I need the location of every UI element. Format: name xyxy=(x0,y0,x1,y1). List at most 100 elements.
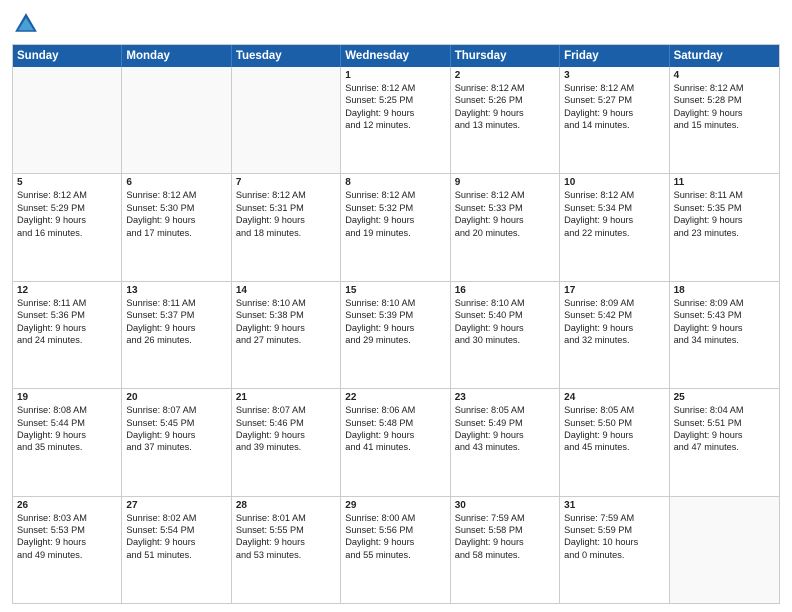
cell-line: Sunrise: 8:12 AM xyxy=(674,82,775,94)
day-cell-1: 1Sunrise: 8:12 AMSunset: 5:25 PMDaylight… xyxy=(341,67,450,173)
day-cell-9: 9Sunrise: 8:12 AMSunset: 5:33 PMDaylight… xyxy=(451,174,560,280)
cell-line: Daylight: 9 hours xyxy=(564,107,664,119)
cell-line: Sunset: 5:32 PM xyxy=(345,202,445,214)
day-cell-17: 17Sunrise: 8:09 AMSunset: 5:42 PMDayligh… xyxy=(560,282,669,388)
cell-line: and 32 minutes. xyxy=(564,334,664,346)
cell-line: and 41 minutes. xyxy=(345,441,445,453)
cell-line: Sunrise: 7:59 AM xyxy=(455,512,555,524)
day-cell-8: 8Sunrise: 8:12 AMSunset: 5:32 PMDaylight… xyxy=(341,174,450,280)
cell-line: Daylight: 9 hours xyxy=(345,214,445,226)
day-number: 12 xyxy=(17,285,117,296)
cell-line: and 39 minutes. xyxy=(236,441,336,453)
day-cell-7: 7Sunrise: 8:12 AMSunset: 5:31 PMDaylight… xyxy=(232,174,341,280)
cell-line: Sunset: 5:50 PM xyxy=(564,417,664,429)
day-number: 9 xyxy=(455,177,555,188)
day-number: 31 xyxy=(564,500,664,511)
cell-line: Sunrise: 8:12 AM xyxy=(345,189,445,201)
cell-line: Daylight: 9 hours xyxy=(674,107,775,119)
day-cell-20: 20Sunrise: 8:07 AMSunset: 5:45 PMDayligh… xyxy=(122,389,231,495)
day-number: 26 xyxy=(17,500,117,511)
cell-line: and 15 minutes. xyxy=(674,119,775,131)
cell-line: Sunrise: 8:00 AM xyxy=(345,512,445,524)
cell-line: Sunset: 5:46 PM xyxy=(236,417,336,429)
day-number: 10 xyxy=(564,177,664,188)
day-cell-10: 10Sunrise: 8:12 AMSunset: 5:34 PMDayligh… xyxy=(560,174,669,280)
day-cell-14: 14Sunrise: 8:10 AMSunset: 5:38 PMDayligh… xyxy=(232,282,341,388)
day-cell-30: 30Sunrise: 7:59 AMSunset: 5:58 PMDayligh… xyxy=(451,497,560,603)
cell-line: Daylight: 9 hours xyxy=(455,536,555,548)
day-number: 2 xyxy=(455,70,555,81)
cell-line: Sunrise: 8:12 AM xyxy=(455,82,555,94)
cell-line: Sunrise: 8:12 AM xyxy=(126,189,226,201)
cell-line: Sunrise: 8:10 AM xyxy=(455,297,555,309)
cell-line: Sunset: 5:25 PM xyxy=(345,94,445,106)
cell-line: and 58 minutes. xyxy=(455,549,555,561)
cell-line: Sunrise: 8:07 AM xyxy=(236,404,336,416)
cell-line: Sunset: 5:31 PM xyxy=(236,202,336,214)
cell-line: Sunrise: 8:04 AM xyxy=(674,404,775,416)
header-day-saturday: Saturday xyxy=(670,45,779,67)
cell-line: Daylight: 9 hours xyxy=(345,536,445,548)
day-cell-26: 26Sunrise: 8:03 AMSunset: 5:53 PMDayligh… xyxy=(13,497,122,603)
day-number: 19 xyxy=(17,392,117,403)
day-number: 30 xyxy=(455,500,555,511)
cell-line: Daylight: 9 hours xyxy=(236,322,336,334)
day-number: 24 xyxy=(564,392,664,403)
cell-line: Sunset: 5:51 PM xyxy=(674,417,775,429)
cell-line: and 12 minutes. xyxy=(345,119,445,131)
cell-line: and 18 minutes. xyxy=(236,227,336,239)
cell-line: Sunset: 5:56 PM xyxy=(345,524,445,536)
logo xyxy=(12,10,44,38)
cell-line: and 13 minutes. xyxy=(455,119,555,131)
day-cell-22: 22Sunrise: 8:06 AMSunset: 5:48 PMDayligh… xyxy=(341,389,450,495)
day-cell-12: 12Sunrise: 8:11 AMSunset: 5:36 PMDayligh… xyxy=(13,282,122,388)
cell-line: Sunrise: 8:12 AM xyxy=(236,189,336,201)
cell-line: Daylight: 9 hours xyxy=(17,214,117,226)
cell-line: and 30 minutes. xyxy=(455,334,555,346)
cell-line: Daylight: 9 hours xyxy=(564,322,664,334)
cell-line: and 53 minutes. xyxy=(236,549,336,561)
cell-line: Sunset: 5:33 PM xyxy=(455,202,555,214)
day-number: 16 xyxy=(455,285,555,296)
cell-line: Sunrise: 8:03 AM xyxy=(17,512,117,524)
cell-line: and 35 minutes. xyxy=(17,441,117,453)
cell-line: Sunset: 5:30 PM xyxy=(126,202,226,214)
day-number: 27 xyxy=(126,500,226,511)
day-number: 25 xyxy=(674,392,775,403)
day-number: 4 xyxy=(674,70,775,81)
logo-icon xyxy=(12,10,40,38)
cell-line: Daylight: 9 hours xyxy=(564,214,664,226)
cell-line: Daylight: 9 hours xyxy=(236,214,336,226)
cell-line: and 19 minutes. xyxy=(345,227,445,239)
cell-line: Daylight: 9 hours xyxy=(345,107,445,119)
day-cell-28: 28Sunrise: 8:01 AMSunset: 5:55 PMDayligh… xyxy=(232,497,341,603)
header-day-thursday: Thursday xyxy=(451,45,560,67)
day-cell-23: 23Sunrise: 8:05 AMSunset: 5:49 PMDayligh… xyxy=(451,389,560,495)
cell-line: Daylight: 9 hours xyxy=(236,429,336,441)
calendar: SundayMondayTuesdayWednesdayThursdayFrid… xyxy=(12,44,780,604)
cell-line: and 24 minutes. xyxy=(17,334,117,346)
cell-line: Sunset: 5:27 PM xyxy=(564,94,664,106)
day-number: 14 xyxy=(236,285,336,296)
cell-line: Sunrise: 8:12 AM xyxy=(345,82,445,94)
cell-line: and 49 minutes. xyxy=(17,549,117,561)
calendar-row-3: 12Sunrise: 8:11 AMSunset: 5:36 PMDayligh… xyxy=(13,282,779,389)
page: SundayMondayTuesdayWednesdayThursdayFrid… xyxy=(0,0,792,612)
empty-cell xyxy=(670,497,779,603)
calendar-row-1: 1Sunrise: 8:12 AMSunset: 5:25 PMDaylight… xyxy=(13,67,779,174)
day-number: 28 xyxy=(236,500,336,511)
day-number: 11 xyxy=(674,177,775,188)
cell-line: and 0 minutes. xyxy=(564,549,664,561)
cell-line: Sunset: 5:48 PM xyxy=(345,417,445,429)
day-cell-11: 11Sunrise: 8:11 AMSunset: 5:35 PMDayligh… xyxy=(670,174,779,280)
cell-line: Sunrise: 8:12 AM xyxy=(455,189,555,201)
day-cell-5: 5Sunrise: 8:12 AMSunset: 5:29 PMDaylight… xyxy=(13,174,122,280)
cell-line: Daylight: 9 hours xyxy=(455,107,555,119)
cell-line: Sunrise: 8:09 AM xyxy=(564,297,664,309)
cell-line: and 43 minutes. xyxy=(455,441,555,453)
day-number: 3 xyxy=(564,70,664,81)
calendar-row-5: 26Sunrise: 8:03 AMSunset: 5:53 PMDayligh… xyxy=(13,497,779,603)
cell-line: Sunrise: 8:10 AM xyxy=(345,297,445,309)
cell-line: and 45 minutes. xyxy=(564,441,664,453)
day-number: 20 xyxy=(126,392,226,403)
